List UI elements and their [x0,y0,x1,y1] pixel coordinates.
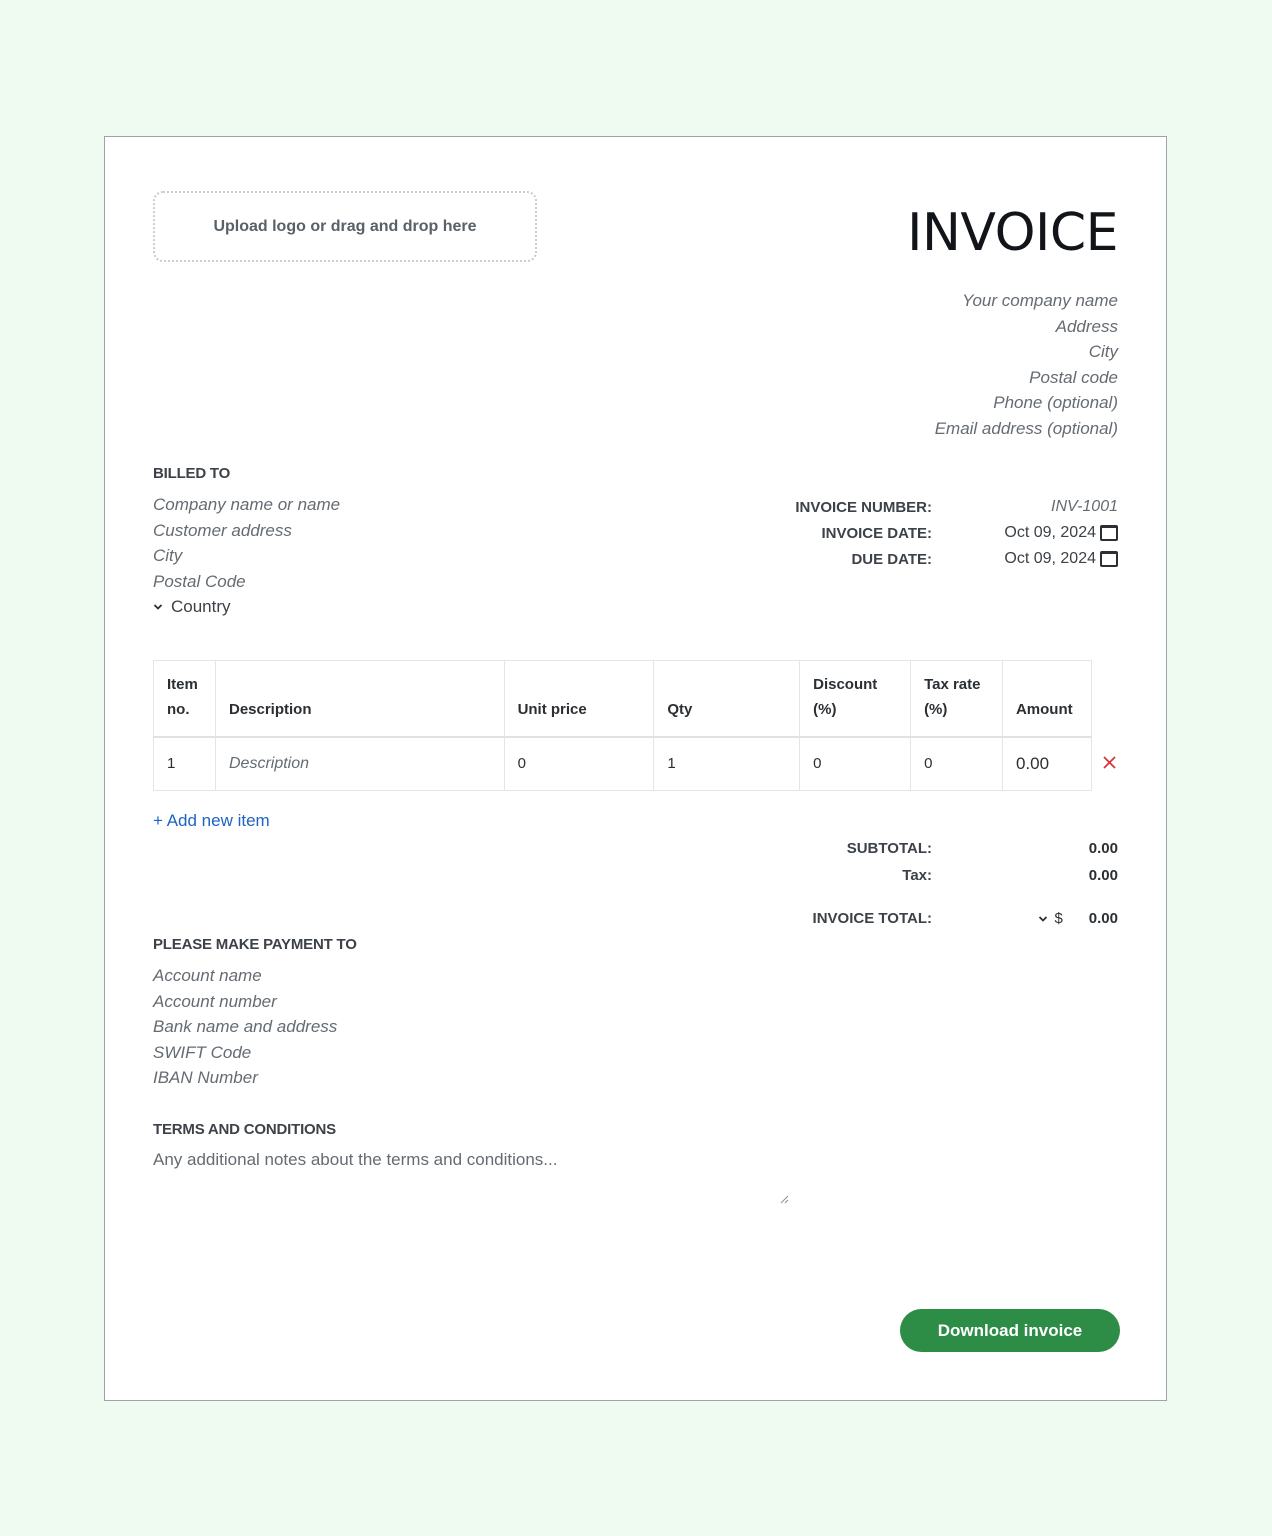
terms-textarea[interactable]: Any additional notes about the terms and… [153,1150,789,1204]
invoice-date-label: INVOICE DATE: [821,524,932,542]
totals-section: SUBTOTAL: 0.00 Tax: 0.00 INVOICE TOTAL: … [632,835,1118,932]
company-phone-field[interactable]: Phone (optional) [935,390,1118,416]
invoice-total-row: INVOICE TOTAL: $ 0.00 [632,905,1118,932]
invoice-title: INVOICE [907,203,1118,263]
invoice-card: Upload logo or drag and drop here INVOIC… [104,136,1167,1401]
discount-input[interactable]: 0 [799,736,912,791]
invoice-number-row: INVOICE NUMBER: INV-1001 [672,494,1118,520]
billed-to-heading: BILLED TO [153,465,231,482]
tax-row: Tax: 0.00 [632,862,1118,889]
col-header-discount: Discount (%) [799,660,912,737]
due-date-value: Oct 09, 2024 [1004,550,1096,567]
download-invoice-button[interactable]: Download invoice [900,1309,1120,1352]
account-number-field[interactable]: Account number [153,989,357,1015]
col-header-qty: Qty [653,660,801,737]
col-header-unit-price: Unit price [503,660,655,737]
customer-city-field[interactable]: City [153,543,340,569]
col-header-amount: Amount [1001,660,1093,737]
company-email-field[interactable]: Email address (optional) [935,416,1118,442]
add-new-item-link[interactable]: + Add new item [153,811,270,831]
iban-number-field[interactable]: IBAN Number [153,1065,357,1091]
invoice-total-value: 0.00 [1088,910,1118,927]
calendar-icon[interactable] [1100,551,1118,567]
logo-upload-label: Upload logo or drag and drop here [213,217,477,235]
billed-to-section: BILLED TO Company name or name Customer … [153,465,340,620]
subtotal-row: SUBTOTAL: 0.00 [632,835,1118,862]
subtotal-value: 0.00 [1088,840,1118,857]
customer-name-field[interactable]: Company name or name [153,492,340,518]
remove-item-button[interactable] [1103,752,1116,775]
line-items-table: Item no. Description Unit price Qty Disco… [153,660,1093,791]
terms-heading: TERMS AND CONDITIONS [153,1121,336,1138]
company-postal-field[interactable]: Postal code [935,365,1118,391]
calendar-icon[interactable] [1100,525,1118,541]
customer-address-field[interactable]: Customer address [153,518,340,544]
unit-price-input[interactable]: 0 [503,736,655,791]
country-select[interactable]: Country [153,594,340,620]
invoice-total-value-group: $ 0.00 [932,910,1118,927]
invoice-date-value: Oct 09, 2024 [1004,524,1096,541]
tax-rate-input[interactable]: 0 [910,736,1003,791]
swift-code-field[interactable]: SWIFT Code [153,1040,357,1066]
due-date-label: DUE DATE: [851,550,932,568]
amount-cell: 0.00 [1001,736,1093,791]
logo-upload-area[interactable]: Upload logo or drag and drop here [153,191,537,262]
company-city-field[interactable]: City [935,339,1118,365]
currency-symbol: $ [1054,910,1063,927]
currency-select[interactable]: $ [1038,910,1063,927]
account-name-field[interactable]: Account name [153,963,357,989]
invoice-date-row: INVOICE DATE: Oct 09, 2024 [672,520,1118,546]
tax-label: Tax: [902,867,932,884]
description-input[interactable]: Description [214,736,505,791]
close-icon [1103,756,1116,769]
chevron-down-icon [1039,915,1048,922]
terms-placeholder: Any additional notes about the terms and… [153,1150,558,1169]
company-name-field[interactable]: Your company name [935,288,1118,314]
invoice-total-label: INVOICE TOTAL: [812,910,932,927]
payment-heading: PLEASE MAKE PAYMENT TO [153,936,357,953]
qty-input[interactable]: 1 [653,736,801,791]
terms-section: TERMS AND CONDITIONS Any additional note… [153,1121,789,1204]
due-date-row: DUE DATE: Oct 09, 2024 [672,546,1118,572]
chevron-down-icon [153,604,163,610]
col-header-tax-rate: Tax rate (%) [910,660,1003,737]
item-no-cell: 1 [153,736,216,791]
invoice-number-label: INVOICE NUMBER: [795,498,932,516]
col-header-description: Description [214,660,505,737]
payment-section: PLEASE MAKE PAYMENT TO Account name Acco… [153,936,357,1091]
col-header-item-no: Item no. [153,660,216,737]
table-header-row: Item no. Description Unit price Qty Disco… [153,660,1093,737]
bank-name-field[interactable]: Bank name and address [153,1014,357,1040]
invoice-number-field[interactable]: INV-1001 [932,498,1118,516]
customer-postal-field[interactable]: Postal Code [153,569,340,595]
resize-handle-icon[interactable] [779,1194,789,1204]
tax-value: 0.00 [1088,867,1118,884]
table-row: 1 Description 0 1 0 0 0.00 [153,736,1093,791]
invoice-date-field[interactable]: Oct 09, 2024 [932,524,1118,542]
invoice-meta: INVOICE NUMBER: INV-1001 INVOICE DATE: O… [672,494,1118,572]
subtotal-label: SUBTOTAL: [846,840,932,857]
country-label: Country [171,597,231,616]
company-info: Your company name Address City Postal co… [935,288,1118,441]
company-address-field[interactable]: Address [935,314,1118,340]
due-date-field[interactable]: Oct 09, 2024 [932,550,1118,568]
